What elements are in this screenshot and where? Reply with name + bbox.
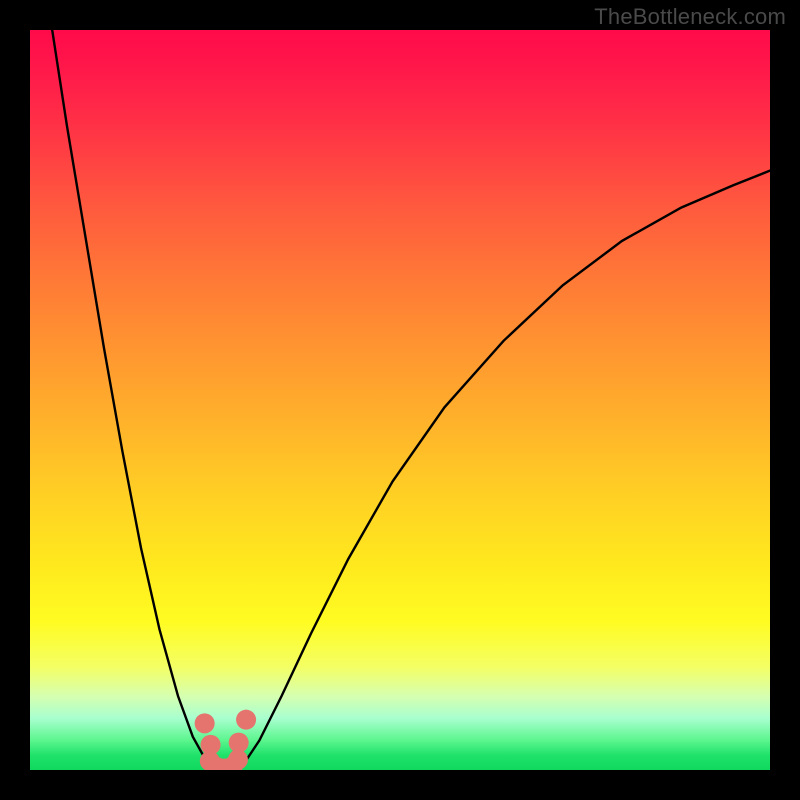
marker-cluster <box>195 710 256 770</box>
plot-area <box>30 30 770 770</box>
marker-dot <box>229 733 249 753</box>
curve-right-branch <box>237 171 770 770</box>
marker-dot <box>236 710 256 730</box>
marker-dot <box>195 713 215 733</box>
curve-left-branch <box>52 30 221 770</box>
chart-frame: TheBottleneck.com <box>0 0 800 800</box>
curve-layer <box>30 30 770 770</box>
watermark-text: TheBottleneck.com <box>594 4 786 30</box>
marker-dot <box>228 750 248 770</box>
